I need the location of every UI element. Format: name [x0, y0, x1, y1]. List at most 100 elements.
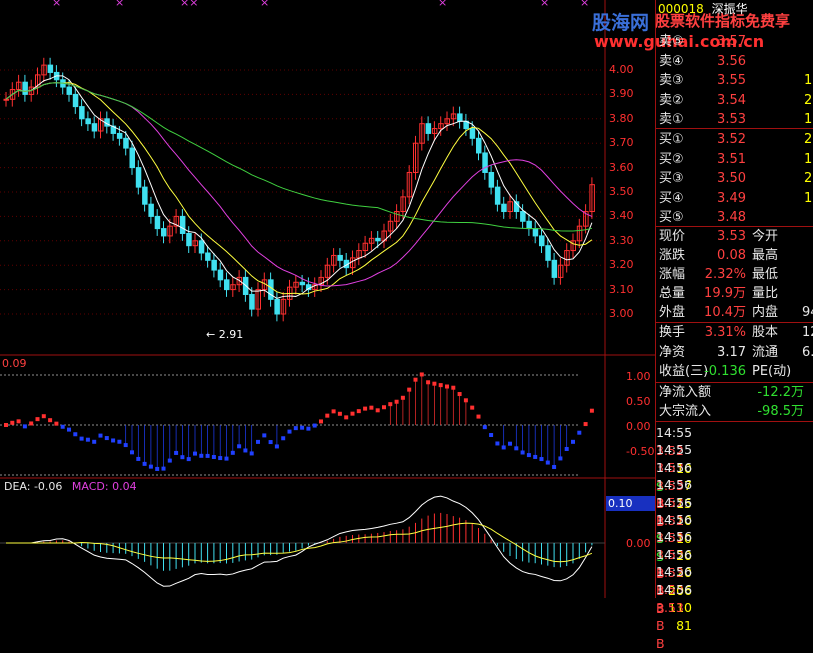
indicator1-point — [60, 424, 65, 429]
order-book-row: 买① 3.52 2 — [656, 131, 813, 149]
indicator1-point — [470, 405, 475, 410]
candle-body — [161, 228, 167, 237]
candlestick-chart[interactable] — [0, 0, 655, 598]
candle-body — [551, 259, 558, 278]
price-axis-tick: 3.00 — [609, 307, 634, 320]
tick-row: 14:55 3.53 7 B — [656, 441, 813, 511]
order-label: 买① — [659, 132, 684, 147]
order-book-row: 卖① 3.53 1 — [656, 111, 813, 129]
price-axis-tick: 3.30 — [609, 233, 634, 247]
indicator1-point — [319, 419, 323, 424]
flow-value: -12.2万 — [757, 385, 804, 400]
indicator1-point — [29, 421, 34, 426]
candle-body — [198, 240, 205, 254]
indicator1-point — [104, 436, 109, 441]
order-price: 3.51 — [717, 151, 746, 167]
tick-side: B — [656, 635, 665, 651]
indicator1-point — [337, 411, 342, 416]
order-label: 卖④ — [659, 53, 684, 69]
order-volume: 1 — [804, 190, 813, 206]
indicator1-point — [482, 425, 487, 430]
quote-label-2: 最高 — [752, 248, 779, 263]
candle-body — [217, 269, 224, 281]
order-book-row: 卖② 3.54 2 — [656, 92, 813, 110]
indicator1-point — [577, 430, 582, 435]
candle-body — [66, 86, 72, 95]
candle-body — [249, 293, 255, 310]
tick-row: 14:56 3.53 20 B — [656, 528, 813, 598]
price-axis-tick: 3.50 — [609, 185, 634, 198]
order-label: 卖⑤ — [659, 34, 684, 49]
quote-value: 0.08 — [717, 248, 746, 263]
order-volume: 2 — [804, 132, 813, 147]
candle-body — [79, 106, 85, 120]
indicator1-point — [98, 433, 103, 438]
order-price: 3.50 — [717, 171, 746, 187]
indicator1-point — [375, 408, 380, 413]
site-logo-cn: 股海网 — [592, 12, 650, 34]
order-book-row: 买④ 3.49 1 — [656, 190, 813, 208]
flow-row: 大宗流入 -98.5万 — [656, 403, 813, 421]
indicator1-point — [356, 409, 361, 414]
candle-body — [85, 118, 91, 125]
stock-name: 深振华 — [711, 2, 748, 16]
candle-body — [72, 93, 79, 108]
quote-row: 净资 3.17 流通 6.0 — [656, 344, 813, 362]
indicator1-point — [117, 439, 122, 444]
dea-line — [6, 522, 593, 563]
order-book-row: 卖④ 3.56 — [656, 53, 813, 71]
chart-area[interactable]: 4.00 3.90 3.80 3.70 3.60 3.50 3.40 3.30 3.20 3.10… — [0, 0, 790, 598]
top-marker: × — [438, 0, 448, 9]
candle-body — [375, 237, 381, 242]
candle-body — [532, 228, 539, 237]
tick-time: 14:56 — [656, 564, 693, 580]
quote-row: 换手 3.31% 股本 12 — [656, 324, 813, 342]
top-marker: × — [115, 0, 125, 9]
tick-volume: 81 — [676, 617, 692, 633]
macd-highlight-value: 0.10 — [606, 496, 656, 511]
candle-body — [186, 232, 192, 247]
macd-legend: DEA: -0.06 MACD: 0.04 — [4, 480, 137, 493]
indicator1-axis-tick: 1.00 — [626, 370, 651, 383]
indicator1-point — [85, 437, 90, 442]
quote-value: -0.136 — [704, 364, 746, 379]
order-price: 3.57 — [717, 34, 746, 49]
tick-row: 14:56 3.53 81 B — [656, 581, 813, 651]
candle-body — [268, 279, 274, 300]
macd-axis-zero: 0.00 — [626, 537, 651, 550]
tick-time: 14:56 — [656, 512, 693, 527]
quote-label-2: 流通 — [752, 344, 779, 360]
order-book-row: 买③ 3.50 2 — [656, 170, 813, 188]
candle-body — [154, 215, 161, 230]
indicator1-point — [35, 417, 40, 422]
candle-body — [539, 235, 545, 247]
indicator1-point — [312, 423, 317, 428]
order-volume: 2 — [804, 92, 813, 108]
indicator1-point — [48, 418, 53, 423]
order-book-row: 卖⑤ 3.57 — [656, 33, 813, 51]
quote-label-2: 内盘 — [752, 305, 779, 320]
indicator1-point — [293, 426, 298, 431]
tick-row: 14:56 3.53 110 B — [656, 563, 813, 633]
indicator1-point — [508, 441, 512, 446]
order-price: 3.52 — [717, 132, 746, 147]
quote-value: 19.9万 — [704, 286, 746, 301]
price-axis-tick: 3.80 — [609, 111, 634, 125]
indicator1-point — [287, 429, 292, 434]
quote-label: 现价 — [659, 229, 686, 244]
order-price: 3.56 — [717, 53, 746, 69]
quote-value: 3.53 — [717, 229, 746, 244]
top-marker: × — [52, 0, 62, 9]
low-price-value: 2.91 — [218, 328, 244, 341]
candle-body — [457, 113, 463, 122]
indicator1-point — [54, 421, 59, 426]
order-volume: 2 — [804, 171, 813, 187]
candle-body — [135, 167, 142, 188]
indicator1-point — [350, 411, 355, 416]
indicator1-point — [281, 436, 286, 441]
candle-body — [123, 137, 129, 149]
candle-body — [274, 298, 280, 315]
top-marker: ×× — [180, 0, 199, 9]
quote-value: 10.4万 — [704, 305, 746, 320]
order-label: 买⑤ — [659, 210, 684, 226]
